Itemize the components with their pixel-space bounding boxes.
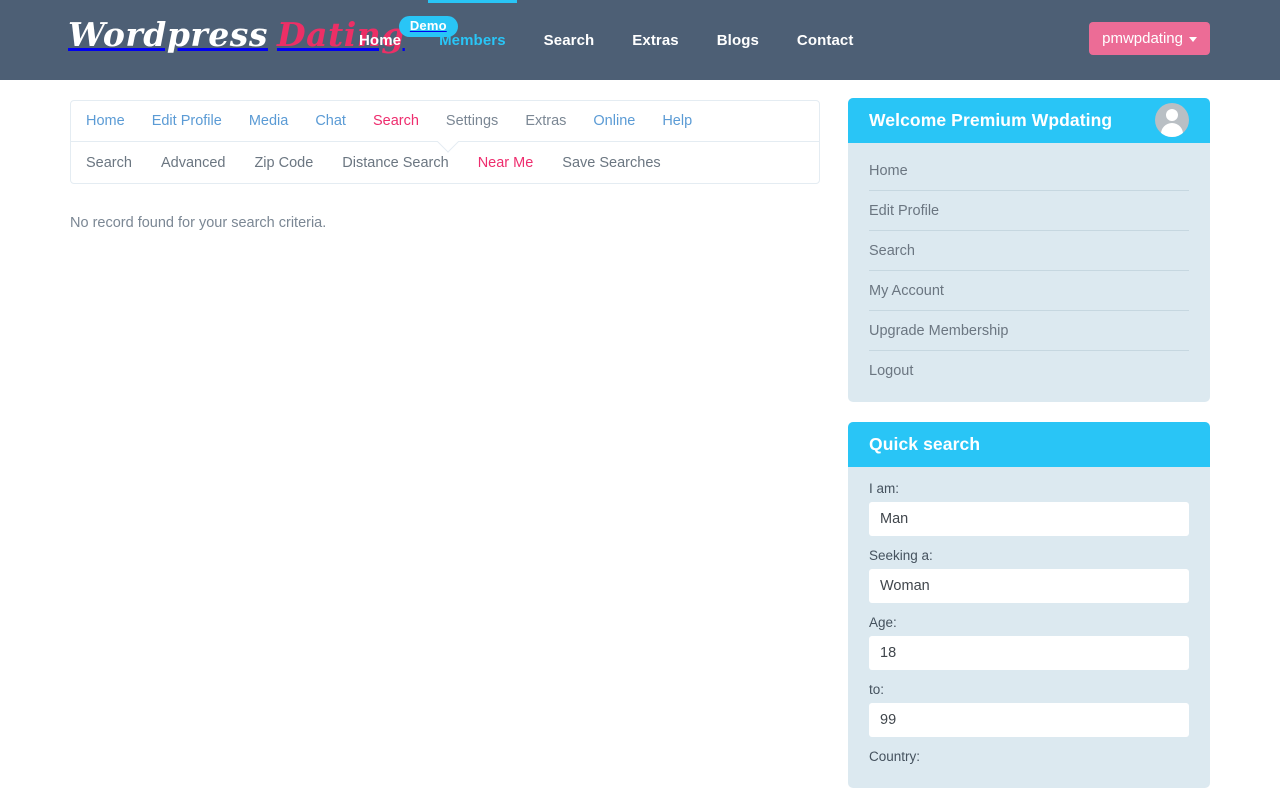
site-header: Wordpress Dating Demo Home Members Searc… xyxy=(0,0,1280,80)
main-navigation: Home Members Search Extras Blogs Contact xyxy=(359,0,853,80)
nav-item-members[interactable]: Members xyxy=(428,0,517,80)
nav-item-search[interactable]: Search xyxy=(544,0,595,80)
select-seeking-a[interactable]: Woman xyxy=(869,569,1189,603)
subtab-zip-code[interactable]: Zip Code xyxy=(254,155,313,171)
nav-item-contact[interactable]: Contact xyxy=(797,0,854,80)
quick-search-panel-header: Quick search xyxy=(848,422,1210,467)
logo-text-wordpress: Wordpress xyxy=(68,15,268,54)
tab-home[interactable]: Home xyxy=(86,113,125,129)
sidebar-item-edit-profile[interactable]: Edit Profile xyxy=(869,191,1189,231)
label-i-am: I am: xyxy=(869,481,900,496)
chevron-down-icon xyxy=(1189,37,1197,42)
tab-help[interactable]: Help xyxy=(662,113,692,129)
label-seeking-a: Seeking a: xyxy=(869,548,933,563)
primary-tab-row: Home Edit Profile Media Chat Search Sett… xyxy=(71,101,819,142)
select-i-am[interactable]: Man xyxy=(869,502,1189,536)
sidebar-item-my-account[interactable]: My Account xyxy=(869,271,1189,311)
avatar-body-shape xyxy=(1161,123,1183,137)
tab-extras[interactable]: Extras xyxy=(525,113,566,129)
tab-edit-profile[interactable]: Edit Profile xyxy=(152,113,222,129)
tab-settings[interactable]: Settings xyxy=(446,113,498,129)
user-avatar-icon xyxy=(1155,103,1189,137)
welcome-panel-header: Welcome Premium Wpdating xyxy=(848,98,1210,143)
label-country: Country: xyxy=(869,749,921,764)
sidebar-item-upgrade-membership[interactable]: Upgrade Membership xyxy=(869,311,1189,351)
subtab-save-searches[interactable]: Save Searches xyxy=(562,155,660,171)
secondary-tab-row: Search Advanced Zip Code Distance Search… xyxy=(71,142,819,183)
tab-online[interactable]: Online xyxy=(593,113,635,129)
nav-item-blogs[interactable]: Blogs xyxy=(717,0,759,80)
select-age-to[interactable]: 99 xyxy=(869,703,1189,737)
subtab-distance-search[interactable]: Distance Search xyxy=(342,155,448,171)
quick-search-panel: Quick search I am: Man Seeking a: Woman … xyxy=(848,422,1210,788)
select-age-from[interactable]: 18 xyxy=(869,636,1189,670)
right-sidebar: Welcome Premium Wpdating Home Edit Profi… xyxy=(848,98,1210,800)
label-age-from: Age: xyxy=(869,615,897,630)
page-body: Home Edit Profile Media Chat Search Sett… xyxy=(0,80,1280,800)
quick-search-panel-title: Quick search xyxy=(869,434,981,454)
main-content-column: Home Edit Profile Media Chat Search Sett… xyxy=(70,100,820,231)
tab-chat[interactable]: Chat xyxy=(315,113,346,129)
user-account-dropdown-button[interactable]: pmwpdating xyxy=(1089,22,1210,55)
avatar-head-shape xyxy=(1166,109,1178,121)
nav-item-home[interactable]: Home xyxy=(359,0,401,80)
label-age-to: to: xyxy=(869,682,885,697)
sidebar-item-search[interactable]: Search xyxy=(869,231,1189,271)
tab-media[interactable]: Media xyxy=(249,113,289,129)
quick-search-form: I am: Man Seeking a: Woman Age: 18 to: 9… xyxy=(848,467,1210,788)
welcome-panel-title: Welcome Premium Wpdating xyxy=(869,110,1113,130)
sidebar-item-home[interactable]: Home xyxy=(869,151,1189,191)
member-tabs-card: Home Edit Profile Media Chat Search Sett… xyxy=(70,100,820,184)
user-account-label: pmwpdating xyxy=(1102,30,1183,47)
subtab-search[interactable]: Search xyxy=(86,155,132,171)
empty-results-message: No record found for your search criteria… xyxy=(70,215,327,231)
tab-search[interactable]: Search xyxy=(373,113,419,129)
welcome-panel-menu: Home Edit Profile Search My Account Upgr… xyxy=(848,143,1210,402)
subtab-advanced[interactable]: Advanced xyxy=(161,155,226,171)
welcome-panel: Welcome Premium Wpdating Home Edit Profi… xyxy=(848,98,1210,402)
nav-item-extras[interactable]: Extras xyxy=(632,0,678,80)
sidebar-item-logout[interactable]: Logout xyxy=(869,351,1189,390)
subtab-near-me[interactable]: Near Me xyxy=(478,155,534,171)
